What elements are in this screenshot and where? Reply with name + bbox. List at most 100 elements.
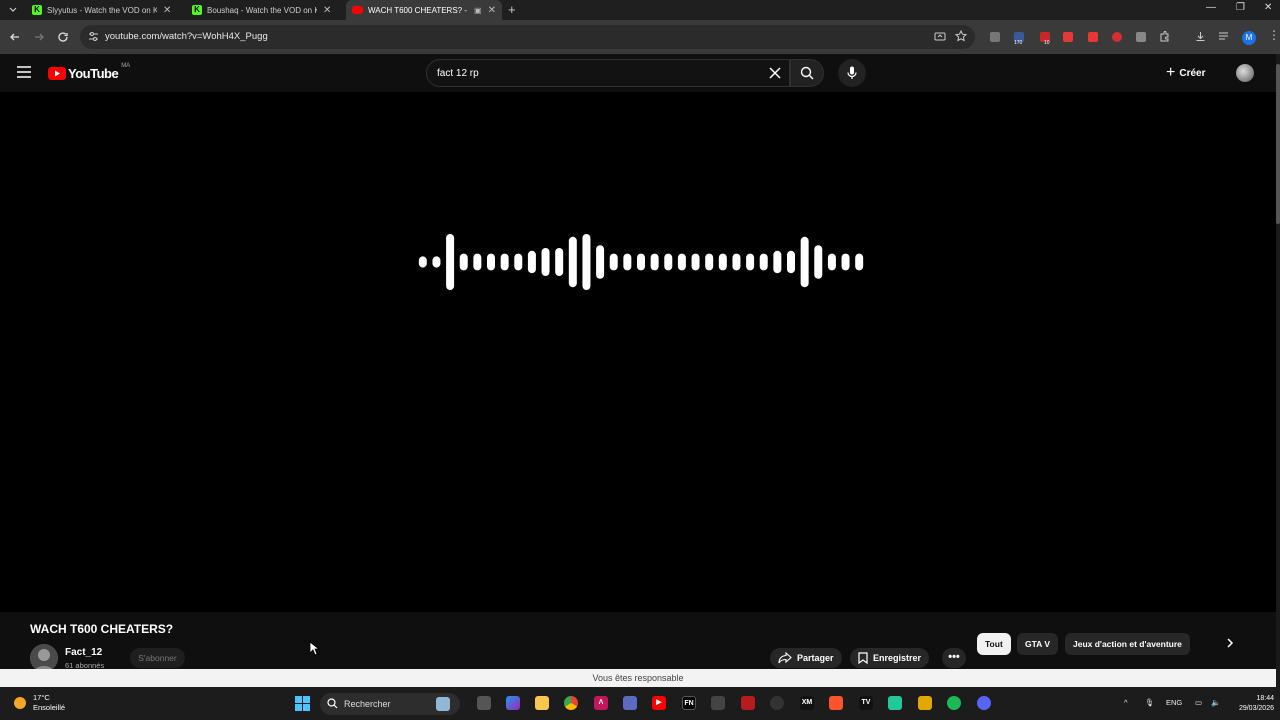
- tab-title: Slyyutus - Watch the VOD on K: [47, 5, 157, 15]
- search-button[interactable]: [790, 59, 824, 87]
- kick-icon: K: [32, 5, 42, 15]
- share-button[interactable]: Partager: [770, 648, 842, 668]
- minimize-icon[interactable]: —: [1206, 2, 1216, 13]
- extension-icon[interactable]: [1136, 32, 1146, 42]
- copilot-icon[interactable]: [506, 696, 520, 710]
- start-button[interactable]: [295, 696, 310, 711]
- system-clock[interactable]: 18:44 29/03/2026: [1232, 694, 1274, 714]
- chevron-down-icon: [9, 7, 17, 12]
- site-settings-icon[interactable]: [88, 31, 99, 42]
- file-explorer-icon[interactable]: [535, 696, 549, 710]
- scrollbar-thumb[interactable]: [1276, 64, 1280, 224]
- waveform-bar: [759, 253, 768, 271]
- discord-icon[interactable]: [977, 696, 991, 710]
- app-icon[interactable]: [741, 696, 755, 710]
- search-icon: [800, 66, 814, 80]
- waveform-bar: [650, 253, 659, 271]
- chevron-right-icon[interactable]: [1224, 637, 1236, 649]
- search-input[interactable]: fact 12 rp: [426, 59, 790, 87]
- extension-badge: 170: [1014, 40, 1023, 46]
- chrome-icon[interactable]: [564, 696, 578, 710]
- subscribe-button[interactable]: S'abonner: [130, 648, 185, 668]
- channel-avatar-image: [30, 644, 58, 672]
- youtube-logo[interactable]: YouTube MA: [48, 63, 130, 81]
- task-view-icon[interactable]: [477, 696, 491, 710]
- reload-icon[interactable]: [56, 30, 70, 44]
- more-actions-button[interactable]: •••: [942, 648, 966, 668]
- download-icon[interactable]: [1195, 31, 1206, 42]
- tab-search-button[interactable]: [6, 3, 20, 17]
- close-tab-icon[interactable]: ✕: [163, 5, 171, 16]
- kick-icon: K: [192, 5, 202, 15]
- waveform-bar: [555, 248, 564, 276]
- create-button[interactable]: + Créer: [1166, 64, 1205, 82]
- waveform-bar: [827, 253, 836, 271]
- close-window-icon[interactable]: ✕: [1264, 2, 1272, 13]
- browser-toolbar: youtube.com/watch?v=WohH4X_Pugg 170 10 M…: [0, 20, 1280, 54]
- restore-icon[interactable]: ❐: [1236, 2, 1245, 13]
- forward-icon[interactable]: [32, 30, 46, 44]
- profile-avatar[interactable]: M: [1242, 31, 1256, 45]
- menu-kebab-icon[interactable]: ⋮: [1268, 28, 1280, 42]
- browser-tab-2[interactable]: K Boushaq - Watch the VOD on K ✕: [186, 0, 342, 20]
- waveform-bar: [814, 245, 823, 279]
- extension-icon[interactable]: [1112, 32, 1122, 42]
- taskbar-search[interactable]: Rechercher: [320, 693, 460, 715]
- brave-icon[interactable]: [829, 696, 843, 710]
- channel-name[interactable]: Fact_12: [65, 647, 102, 658]
- waveform-bar: [664, 253, 673, 271]
- weather-widget[interactable]: 17°C Ensoleillé: [14, 693, 65, 713]
- reading-list-icon[interactable]: [1218, 31, 1229, 42]
- new-tab-button[interactable]: +: [508, 2, 516, 17]
- teams-icon[interactable]: [623, 696, 637, 710]
- xm-icon[interactable]: XM: [800, 696, 814, 710]
- fortnite-icon[interactable]: FN: [682, 696, 696, 710]
- waveform-bar: [623, 253, 632, 271]
- logo-text: YouTube: [68, 66, 119, 81]
- browser-tab-1[interactable]: K Slyyutus - Watch the VOD on K ✕: [26, 0, 182, 20]
- voice-search-button[interactable]: [838, 59, 866, 87]
- app-icon[interactable]: [711, 696, 725, 710]
- extension-icon[interactable]: [1063, 32, 1073, 42]
- app-icon[interactable]: Λ: [594, 696, 608, 710]
- chip-action-adventure[interactable]: Jeux d'action et d'aventure: [1065, 633, 1190, 655]
- close-tab-icon[interactable]: ✕: [488, 5, 496, 16]
- waveform-bar: [432, 256, 441, 268]
- channel-avatar[interactable]: [30, 644, 58, 672]
- waveform-bar: [582, 234, 591, 290]
- bookmark-star-icon[interactable]: [955, 30, 967, 42]
- close-tab-icon[interactable]: ✕: [323, 5, 331, 16]
- video-player[interactable]: [0, 92, 1280, 612]
- chip-gta-v[interactable]: GTA V: [1017, 633, 1059, 655]
- microphone-tray-icon[interactable]: 🎙: [1145, 698, 1155, 707]
- waveform-bar: [841, 253, 850, 271]
- tab-media-icon[interactable]: ▣: [474, 6, 482, 15]
- app-icon[interactable]: [888, 696, 902, 710]
- mouse-cursor-icon: [309, 641, 319, 656]
- address-bar[interactable]: youtube.com/watch?v=WohH4X_Pugg: [80, 25, 975, 49]
- hamburger-menu-icon[interactable]: [17, 66, 31, 78]
- account-avatar[interactable]: [1236, 64, 1254, 82]
- spotify-icon[interactable]: [947, 696, 961, 710]
- extension-icon[interactable]: [1088, 32, 1098, 42]
- back-icon[interactable]: [8, 30, 22, 44]
- clock-date: 29/03/2026: [1238, 705, 1274, 712]
- tradingview-icon[interactable]: TV: [859, 696, 873, 710]
- chip-all[interactable]: Tout: [977, 633, 1011, 655]
- save-button[interactable]: Enregistrer: [850, 648, 930, 668]
- cast-icon[interactable]: [934, 31, 946, 43]
- language-indicator[interactable]: ENG: [1166, 698, 1182, 707]
- network-icon[interactable]: ▭: [1195, 698, 1202, 707]
- tray-overflow-icon[interactable]: ^: [1124, 698, 1128, 707]
- extension-icon[interactable]: [990, 32, 1000, 42]
- waveform-bar: [637, 253, 645, 271]
- search-highlight-icon: [436, 697, 450, 711]
- page-scrollbar[interactable]: [1276, 54, 1280, 687]
- extensions-puzzle-icon[interactable]: [1159, 31, 1170, 42]
- app-icon[interactable]: [770, 696, 784, 710]
- clear-search-icon[interactable]: [769, 67, 781, 79]
- browser-tab-3[interactable]: WACH T600 CHEATERS? - Y ▣ ✕: [346, 0, 502, 20]
- youtube-app-icon[interactable]: ▶: [652, 696, 666, 710]
- volume-icon[interactable]: 🔈: [1211, 698, 1220, 707]
- app-icon[interactable]: [918, 696, 932, 710]
